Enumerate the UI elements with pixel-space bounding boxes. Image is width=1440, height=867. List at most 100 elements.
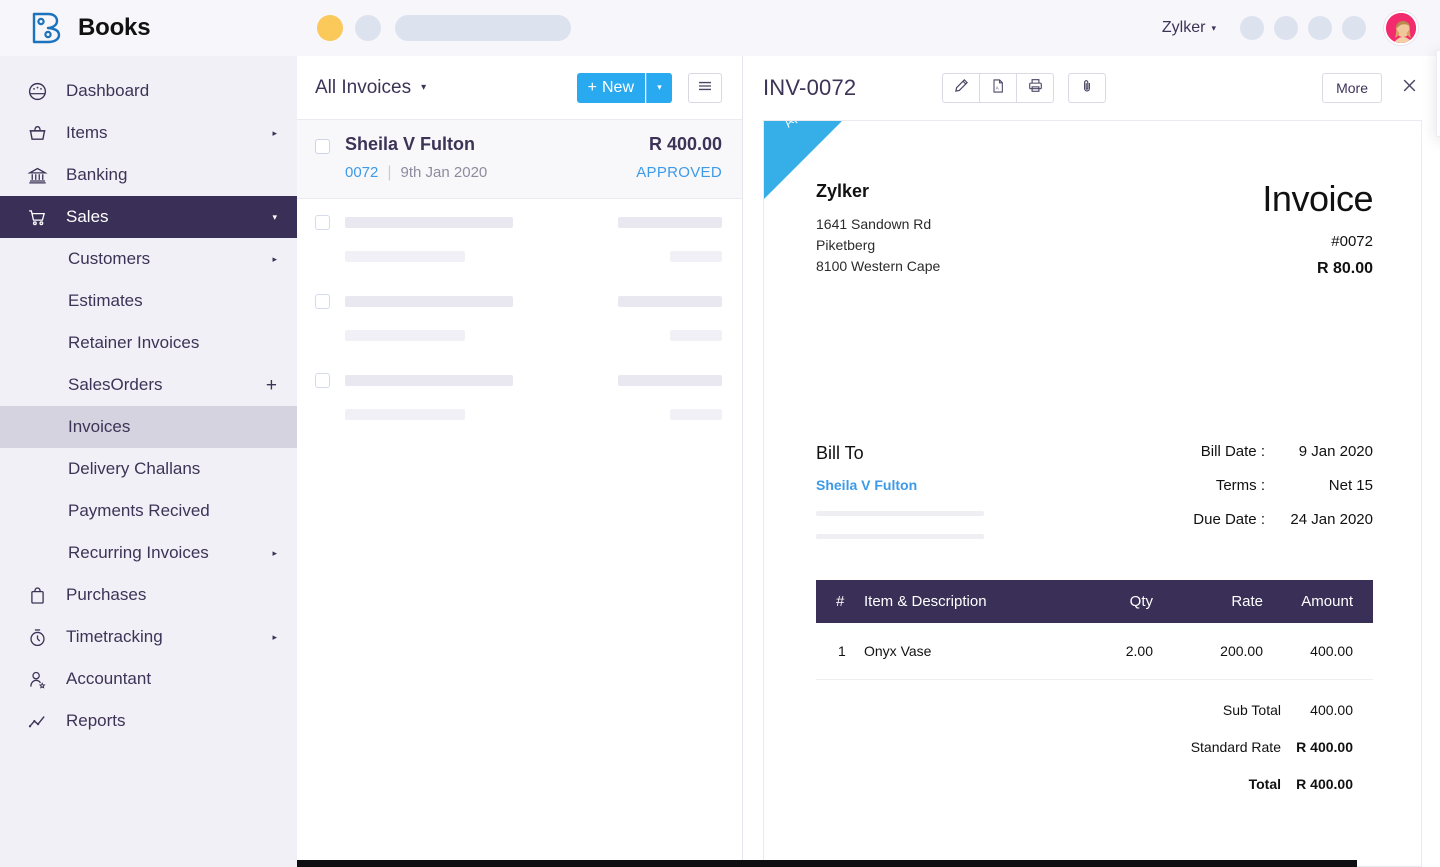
new-dropdown-button[interactable]: ▾ [646, 73, 672, 103]
list-menu-icon [697, 79, 713, 97]
invoice-row-content: Sheila V Fulton R 400.00 0072 | 9th Jan … [345, 134, 722, 182]
skeleton-bar [345, 375, 513, 386]
main-area: Zylker ▾ [297, 0, 1440, 867]
row-checkbox[interactable] [315, 373, 330, 388]
sidebar-item-recurring-invoices[interactable]: Recurring Invoices ▸ [0, 532, 297, 574]
sidebar-item-label: Banking [66, 165, 277, 185]
org-switcher[interactable]: Zylker ▾ [1162, 19, 1216, 37]
topbar-icon-placeholder-1[interactable] [1240, 16, 1264, 40]
pdf-button[interactable]: A [979, 73, 1017, 103]
bill-to-label: Bill To [816, 443, 984, 464]
chevron-down-icon: ▾ [421, 82, 426, 93]
table-body: 1 Onyx Vase 2.00 200.00 400.00 [816, 623, 1373, 680]
edit-button[interactable] [942, 73, 980, 103]
avatar[interactable] [1384, 11, 1418, 45]
total-label: Sub Total [1081, 702, 1281, 718]
new-button[interactable]: + New [577, 73, 645, 103]
skeleton-bar [345, 409, 465, 420]
column-header-rate: Rate [1153, 580, 1263, 623]
sidebar-item-delivery-challans[interactable]: Delivery Challans [0, 448, 297, 490]
sidebar-item-label: SalesOrders [68, 375, 266, 395]
brand-header: Books [0, 0, 297, 56]
svg-text:A: A [996, 85, 999, 90]
close-button[interactable] [1396, 75, 1422, 101]
sidebar-item-retainer-invoices[interactable]: Retainer Invoices [0, 322, 297, 364]
list-item[interactable] [297, 357, 742, 436]
sidebar-item-sales[interactable]: Sales ▾ [0, 196, 297, 238]
sidebar-item-timetracking[interactable]: Timetracking ▸ [0, 616, 297, 658]
invoice-filter-dropdown[interactable]: All Invoices ▾ [315, 77, 426, 99]
total-label: Standard Rate [1081, 739, 1281, 755]
row-checkbox[interactable] [315, 215, 330, 230]
bank-icon [24, 165, 50, 186]
cell-index: 1 [816, 623, 864, 680]
sidebar-item-invoices[interactable]: Invoices [0, 406, 297, 448]
attachment-button[interactable] [1068, 73, 1106, 103]
print-button[interactable] [1016, 73, 1054, 103]
sidebar-item-reports[interactable]: Reports [0, 700, 297, 742]
date-label: Due Date : [1155, 511, 1265, 528]
date-value: 9 Jan 2020 [1265, 443, 1373, 460]
sidebar-item-estimates[interactable]: Estimates [0, 280, 297, 322]
chevron-down-icon: ▾ [272, 213, 277, 222]
invoice-list-item-selected[interactable]: Sheila V Fulton R 400.00 0072 | 9th Jan … [297, 120, 742, 199]
document-balance: R 80.00 [1262, 260, 1373, 278]
invoice-filter-label: All Invoices [315, 77, 411, 99]
dashboard-icon [24, 81, 50, 102]
bill-to-name[interactable]: Sheila V Fulton [816, 477, 984, 493]
total-value: R 400.00 [1281, 776, 1373, 792]
list-item[interactable] [297, 278, 742, 357]
sidebar-item-customers[interactable]: Customers ▸ [0, 238, 297, 280]
skeleton-bar [670, 409, 722, 420]
date-row: Bill Date : 9 Jan 2020 [1155, 443, 1373, 460]
list-toolbar: All Invoices ▾ + New ▾ [297, 56, 742, 120]
sidebar-item-payments-recived[interactable]: Payments Recived [0, 490, 297, 532]
sidebar-item-label: Reports [66, 711, 277, 731]
status-dot-grey[interactable] [355, 15, 381, 41]
skeleton-bar [816, 534, 984, 539]
list-item[interactable] [297, 199, 742, 278]
list-menu-button[interactable] [688, 73, 722, 103]
date-row: Due Date : 24 Jan 2020 [1155, 511, 1373, 528]
more-button[interactable]: More [1322, 73, 1382, 103]
topbar-icon-placeholder-4[interactable] [1342, 16, 1366, 40]
cell-qty: 2.00 [1053, 623, 1153, 680]
topbar-icon-placeholder-2[interactable] [1274, 16, 1298, 40]
date-label: Terms : [1155, 477, 1265, 494]
bill-to-block: Bill To Sheila V Fulton [816, 443, 984, 545]
sidebar-item-accountant[interactable]: Accountant [0, 658, 297, 700]
skeleton-bar [345, 251, 465, 262]
sidebar-item-label: Purchases [66, 585, 277, 605]
total-value: R 400.00 [1281, 739, 1373, 755]
document-org-address-line: Piketberg [816, 235, 940, 256]
invoice-number[interactable]: 0072 [345, 164, 378, 181]
search-placeholder-bar[interactable] [395, 15, 571, 41]
sidebar-item-banking[interactable]: Banking [0, 154, 297, 196]
sidebar-item-salesorders[interactable]: SalesOrders + [0, 364, 297, 406]
stopwatch-icon [24, 627, 50, 648]
sidebar-item-purchases[interactable]: Purchases [0, 574, 297, 616]
skeleton-bar [345, 330, 465, 341]
list-actions: + New ▾ [577, 73, 722, 103]
plus-icon[interactable]: + [266, 376, 277, 395]
horizontal-scrollbar[interactable] [297, 860, 1357, 867]
document-number: #0072 [1262, 233, 1373, 250]
document-title-block: Invoice #0072 R 80.00 [1262, 181, 1373, 278]
pencil-icon [953, 77, 970, 99]
status-dot-yellow[interactable] [317, 15, 343, 41]
sidebar-item-label: Timetracking [66, 627, 272, 647]
app-window: Books Dashboard [0, 0, 1440, 867]
brand-name: Books [78, 14, 150, 42]
sidebar-item-dashboard[interactable]: Dashboard [0, 70, 297, 112]
table-row: 1 Onyx Vase 2.00 200.00 400.00 [816, 623, 1373, 680]
row-checkbox[interactable] [315, 139, 330, 154]
invoice-row-line2: 0072 | 9th Jan 2020 APPROVED [345, 164, 722, 182]
chevron-right-icon: ▸ [272, 549, 277, 558]
sidebar-item-label: Delivery Challans [68, 459, 277, 479]
sidebar-item-items[interactable]: Items ▸ [0, 112, 297, 154]
invoice-date: 9th Jan 2020 [401, 164, 488, 181]
topbar-icon-placeholder-3[interactable] [1308, 16, 1332, 40]
row-checkbox[interactable] [315, 294, 330, 309]
sidebar-item-label: Payments Recived [68, 501, 277, 521]
skeleton-bar [618, 296, 722, 307]
